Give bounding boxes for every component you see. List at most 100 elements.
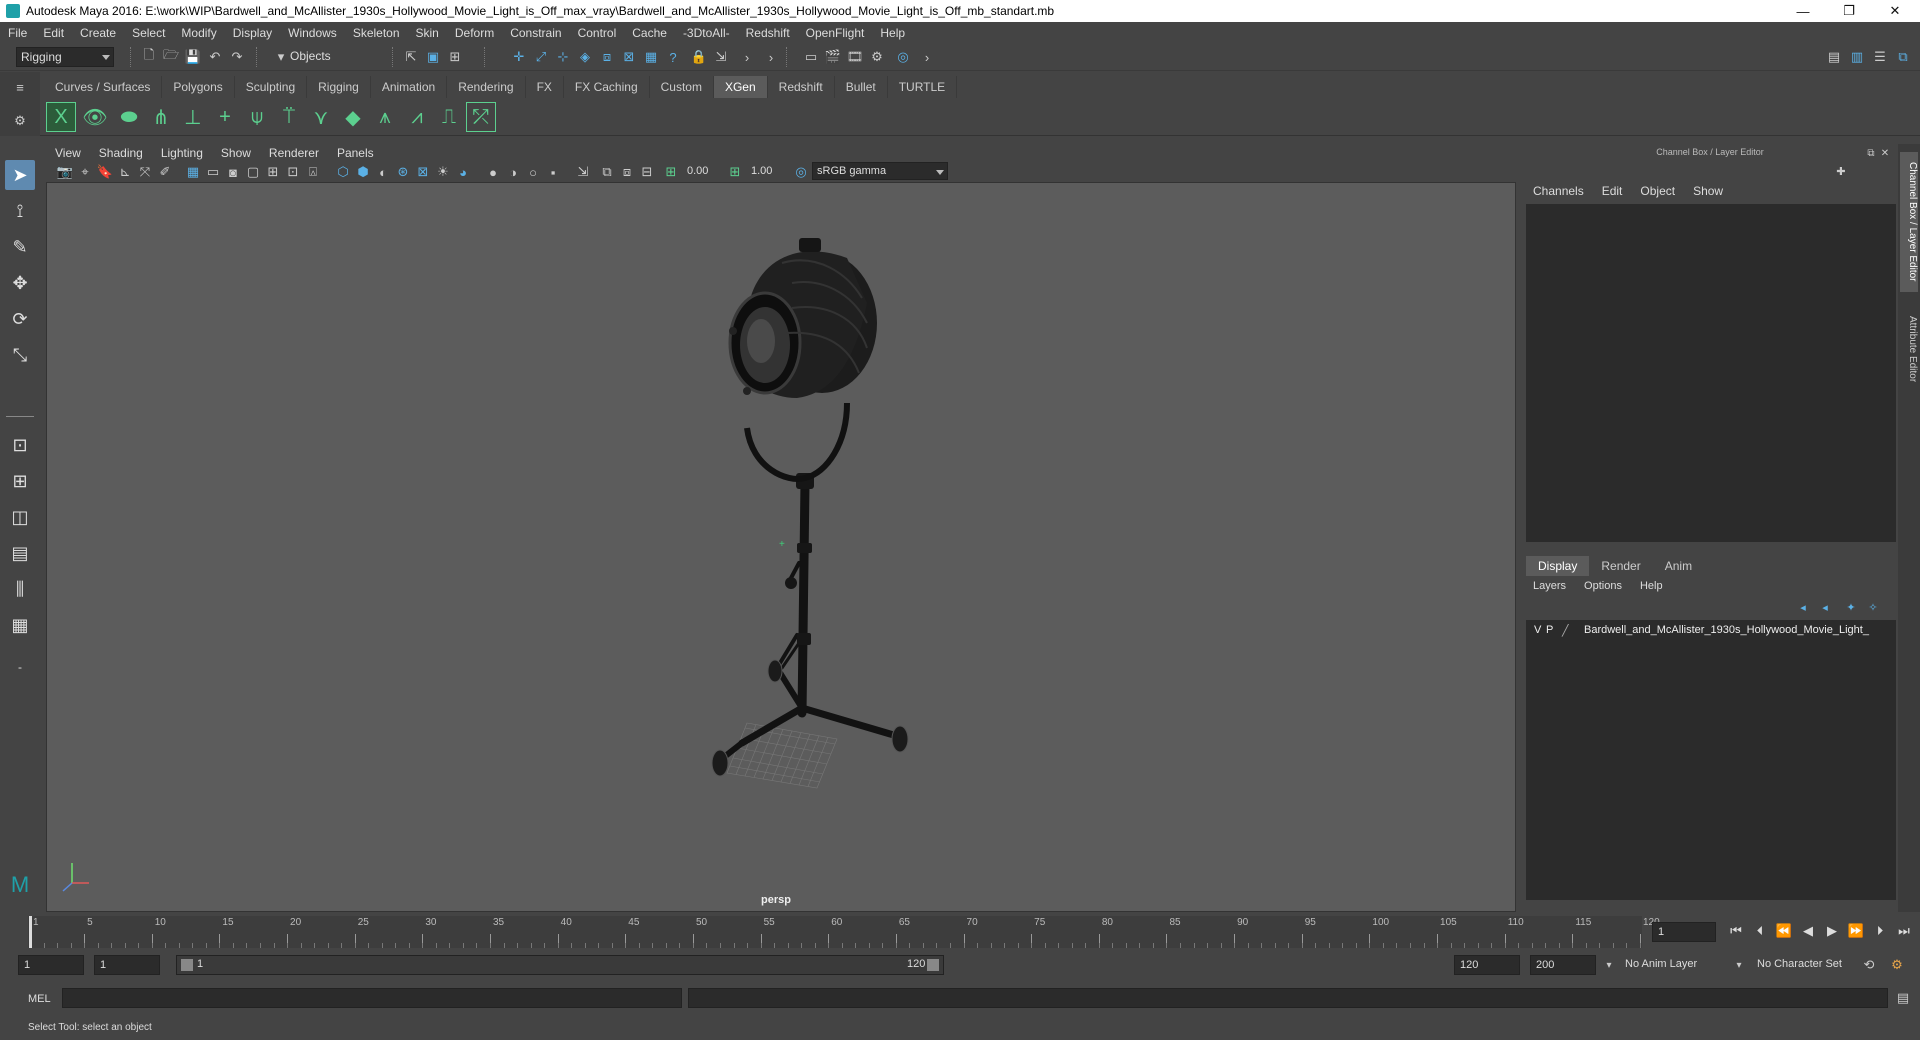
layout-four-icon[interactable]: ⊞ <box>5 466 35 496</box>
animation-start-field[interactable]: 1 <box>18 955 84 975</box>
snap-view-icon[interactable]: ▦ <box>642 48 660 66</box>
shelf-tab-rendering[interactable]: Rendering <box>447 76 526 98</box>
xgen-lock-guide-icon[interactable]: ⍡ <box>274 102 304 132</box>
render-settings-icon[interactable]: ⚙ <box>868 48 886 66</box>
scale-tool-icon[interactable]: ⤡ <box>5 340 35 370</box>
select-tool-icon[interactable]: ➤ <box>5 160 35 190</box>
shelf-tab-fx[interactable]: FX <box>526 76 564 98</box>
screen-space-ao-icon[interactable]: ● <box>484 163 502 181</box>
shelf-tab-rigging[interactable]: Rigging <box>307 76 371 98</box>
layout-three-icon[interactable]: ⫼ <box>5 574 35 604</box>
grease-pencil-icon[interactable]: ✐ <box>156 163 174 181</box>
go-to-end-icon[interactable]: ⏭ <box>1894 922 1914 940</box>
render-view-icon[interactable]: ▭ <box>802 48 820 66</box>
tab-render[interactable]: Render <box>1589 556 1652 576</box>
shadows-icon[interactable]: ◕ <box>454 163 472 181</box>
film-gate-icon[interactable]: ▭ <box>204 163 222 181</box>
save-scene-icon[interactable]: 💾 <box>184 48 202 66</box>
time-slider-track[interactable]: 1 5 10 15 20 25 30 35 40 45 50 55 60 65 70 75 80 85 90 95 10… <box>28 916 1660 948</box>
chevron-down-icon[interactable]: ▾ <box>1600 956 1618 974</box>
shelf-tab-xgen[interactable]: XGen <box>713 76 768 98</box>
select-component-icon[interactable]: ⊞ <box>446 48 464 66</box>
layer-playback-toggle[interactable]: P <box>1546 624 1553 636</box>
safe-action-icon[interactable]: ⊡ <box>284 163 302 181</box>
viewport-menu-renderer[interactable]: Renderer <box>260 146 328 160</box>
xgen-add-guide-icon[interactable]: + <box>210 102 240 132</box>
command-input[interactable] <box>62 988 682 1008</box>
xgen-preview-icon[interactable]: 👁 <box>80 102 110 132</box>
anim-layer-dropdown[interactable]: No Anim Layer <box>1620 955 1730 975</box>
range-end-handle[interactable] <box>927 959 939 971</box>
menu-select[interactable]: Select <box>124 26 173 40</box>
select-hierarchy-icon[interactable]: ⇱ <box>402 48 420 66</box>
channel-box-toggle-icon[interactable]: ⧉ <box>1894 48 1912 66</box>
current-frame-marker[interactable] <box>29 916 32 948</box>
camera-attributes-icon[interactable]: ⌖ <box>76 163 94 181</box>
tab-attribute-editor[interactable]: Attribute Editor <box>1900 304 1918 394</box>
xgen-rebuild-icon[interactable]: ⩚ <box>370 102 400 132</box>
step-forward-key-icon[interactable]: ⏩ <box>1846 922 1866 940</box>
chevron-right-icon[interactable]: › <box>738 48 756 66</box>
viewport-menu-show[interactable]: Show <box>212 146 260 160</box>
selection-mode-dropdown[interactable]: Objects <box>286 47 382 67</box>
character-set-dropdown[interactable]: No Character Set <box>1752 955 1864 975</box>
gate-mask-icon[interactable]: ▢ <box>244 163 262 181</box>
menu-control[interactable]: Control <box>570 26 625 40</box>
layout-persp-graph-icon[interactable]: ▦ <box>5 610 35 640</box>
current-frame-field[interactable]: 1 <box>1652 922 1716 942</box>
color-management-icon[interactable]: ◎ <box>792 163 810 181</box>
ipr-render-icon[interactable]: 🎞 <box>846 48 864 66</box>
viewport-menu-shading[interactable]: Shading <box>90 146 152 160</box>
menu-modify[interactable]: Modify <box>173 26 224 40</box>
show-menu[interactable]: Show <box>1684 184 1732 202</box>
tab-channel-box-layer-editor[interactable]: Channel Box / Layer Editor <box>1900 152 1918 292</box>
symmetry-icon[interactable]: ? <box>664 48 682 66</box>
wireframe-icon[interactable]: ⬡ <box>334 163 352 181</box>
2d-pan-icon[interactable]: ⤧ <box>136 163 154 181</box>
image-plane-icon[interactable]: ⊾ <box>116 163 134 181</box>
resolution-gate-icon[interactable]: ◙ <box>224 163 242 181</box>
gamma-icon[interactable]: ⊞ <box>726 163 744 181</box>
workspace-icon[interactable]: ▤ <box>1825 48 1843 66</box>
outliner-toggle-icon[interactable]: ▥ <box>1848 48 1866 66</box>
depth-of-field-icon[interactable]: ▪ <box>544 163 562 181</box>
snap-curve-icon[interactable]: ⤢ <box>532 48 550 66</box>
viewport-menu-lighting[interactable]: Lighting <box>152 146 212 160</box>
step-back-key-icon[interactable]: ⏪ <box>1774 922 1794 940</box>
xgen-layers-icon[interactable]: ◆ <box>338 102 368 132</box>
time-slider[interactable]: 1 5 10 15 20 25 30 35 40 45 50 55 60 65 70 75 80 85 90 95 10… <box>0 914 1920 950</box>
render-frame-icon[interactable]: 🎬 <box>824 48 842 66</box>
step-forward-icon[interactable]: ⏵ <box>1870 922 1890 940</box>
grid-icon[interactable]: ▦ <box>184 163 202 181</box>
new-scene-icon[interactable]: 🗋 <box>140 47 158 66</box>
layout-persp-outliner-icon[interactable]: ▤ <box>5 538 35 568</box>
xgen-add-guides-icon[interactable]: ⋔ <box>146 102 176 132</box>
menu-cache[interactable]: Cache <box>624 26 675 40</box>
shelf-tab-custom[interactable]: Custom <box>650 76 714 98</box>
xgen-sculpt-guide-icon[interactable]: ⍦ <box>242 102 272 132</box>
menu-edit[interactable]: Edit <box>35 26 72 40</box>
tab-anim[interactable]: Anim <box>1653 556 1704 576</box>
exposure-icon[interactable]: ⊞ <box>662 163 680 181</box>
chevron-right-icon[interactable]: › <box>918 48 936 66</box>
move-tool-icon[interactable]: ✥ <box>5 268 35 298</box>
menu-deform[interactable]: Deform <box>447 26 502 40</box>
menu-constrain[interactable]: Constrain <box>502 26 569 40</box>
move-layer-down-icon[interactable]: ◂ <box>1816 598 1834 616</box>
xray-joints-icon[interactable]: ⧉ <box>598 163 616 181</box>
exposure-field[interactable]: 0.00 <box>682 162 722 182</box>
shelf-tab-redshift[interactable]: Redshift <box>768 76 835 98</box>
playback-start-field[interactable]: 1 <box>94 955 160 975</box>
menu-openflight[interactable]: OpenFlight <box>798 26 873 40</box>
open-scene-icon[interactable]: 🗁 <box>162 47 180 66</box>
move-layer-up-icon[interactable]: ◂ <box>1794 598 1812 616</box>
layer-color-swatch[interactable]: ╱ <box>1562 624 1569 637</box>
step-back-icon[interactable]: ⏴ <box>1750 922 1770 940</box>
shelf-settings-icon[interactable]: ⚙ <box>11 112 29 130</box>
camera-icon[interactable]: 📷 <box>56 163 74 181</box>
menu-create[interactable]: Create <box>72 26 124 40</box>
layout-two-icon[interactable]: ◫ <box>5 502 35 532</box>
close-button[interactable]: ✕ <box>1872 0 1918 22</box>
shelf-tab-turtle[interactable]: TURTLE <box>888 76 958 98</box>
xgen-grooming-icon[interactable]: ⩘ <box>402 102 432 132</box>
